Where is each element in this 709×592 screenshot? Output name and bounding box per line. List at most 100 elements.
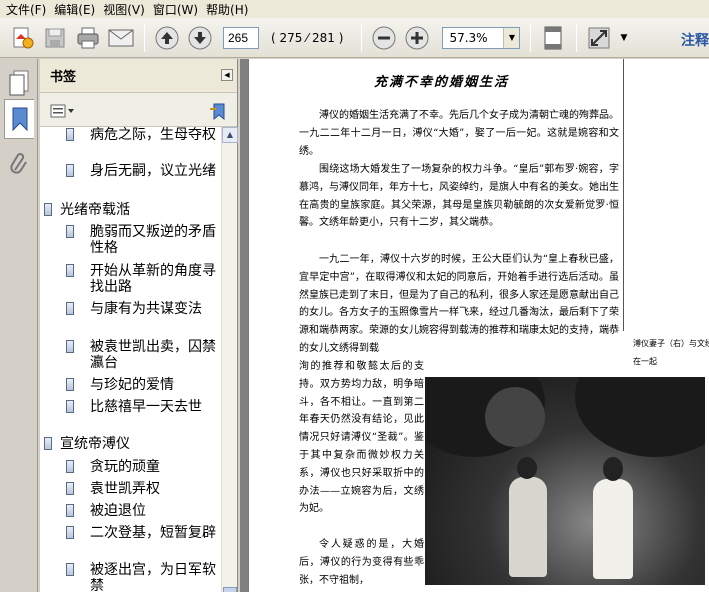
collapse-panel-icon[interactable]: ◀ — [221, 69, 233, 81]
menu-edit[interactable]: 编辑(E) — [52, 1, 101, 18]
bookmark-item[interactable]: 二次登基，短暂复辟 — [66, 525, 216, 541]
photo-caption: 溥仪妻子（右）与文绣在一起 — [633, 339, 709, 366]
bookmark-icon — [12, 107, 27, 132]
bookmarks-header: 书签 ◀ — [40, 59, 237, 93]
bookmark-icon — [66, 504, 74, 517]
bookmark-item[interactable]: 开始从革新的角度寻找出路 — [66, 263, 216, 295]
bookmark-label: 病危之际，生母夺权 — [90, 127, 216, 143]
photo-figure — [593, 479, 633, 579]
bookmark-item[interactable]: 宣统帝溥仪 — [44, 436, 216, 452]
toolbar-separator — [144, 23, 145, 52]
printer-icon — [77, 27, 99, 48]
bookmark-label: 与珍妃的爱情 — [90, 377, 174, 393]
create-pdf-icon — [13, 27, 34, 48]
zoom-select[interactable]: 57.3% ▼ — [442, 26, 521, 49]
menu-file[interactable]: 文件(F) — [4, 1, 52, 18]
save-button[interactable] — [41, 24, 69, 52]
bookmark-item[interactable]: 脆弱而又叛逆的矛盾性格 — [66, 224, 216, 256]
paragraph: 洵的推荐和敬懿太后的支持。双方势均力敌，明争暗斗，各不相让。一直到第二年春天仍然… — [299, 361, 424, 515]
toolbar-separator — [576, 23, 578, 52]
bookmark-item[interactable]: 比慈禧早一天去世 — [66, 399, 216, 415]
bookmark-item[interactable]: 被袁世凯出卖，囚禁瀛台 — [66, 339, 216, 371]
email-button[interactable] — [107, 24, 135, 52]
bookmark-item[interactable]: 与康有为共谋变法 — [66, 301, 216, 317]
bookmark-icon — [66, 225, 74, 238]
attachments-tab[interactable] — [4, 143, 34, 183]
options-menu-icon[interactable] — [50, 104, 76, 118]
envelope-icon — [108, 29, 134, 46]
bookmark-item[interactable]: 贪玩的顽童 — [66, 459, 216, 475]
bookmark-label: 被逐出宫，为日军软禁 — [90, 562, 216, 592]
page-title: 充满不幸的婚姻生活 — [373, 75, 509, 90]
create-pdf-button[interactable] — [8, 24, 36, 52]
toolbar-separator — [530, 23, 532, 52]
bookmark-label: 脆弱而又叛逆的矛盾性格 — [90, 224, 216, 256]
full-screen-button[interactable] — [585, 24, 613, 52]
photo-tree — [575, 377, 705, 457]
document-view[interactable]: 充满不幸的婚姻生活 溥仪的婚姻生活充满了不幸。先后几个女子成为清朝亡魂的殉葬品。… — [240, 59, 709, 592]
bookmark-label: 比慈禧早一天去世 — [90, 399, 202, 415]
bookmark-item[interactable]: 病危之际，生母夺权 — [66, 127, 216, 143]
bookmark-item[interactable]: 被迫退位 — [66, 503, 216, 519]
bookmark-icon — [66, 164, 74, 177]
zoom-value: 57.3% — [449, 30, 488, 45]
scroll-up-icon[interactable]: ▲ — [222, 127, 238, 143]
bookmarks-scrollbar[interactable]: ▲ — [221, 127, 238, 592]
photo-tree — [485, 387, 545, 447]
bookmark-label: 与康有为共谋变法 — [90, 301, 202, 317]
previous-page-button[interactable] — [153, 24, 181, 52]
fit-page-icon — [544, 26, 562, 49]
bookmark-icon — [66, 400, 74, 413]
arrow-up-icon — [155, 26, 179, 49]
toolbar: ( 275 ⁄ 281 ) 57.3% ▼ ▼ 注释 — [0, 18, 709, 58]
paragraph: 溥仪的婚姻生活充满了不幸。先后几个女子成为清朝亡魂的殉葬品。一九二二年十二月一日… — [299, 110, 619, 157]
page-divider — [623, 59, 624, 331]
bookmark-item[interactable]: 与珍妃的爱情 — [66, 377, 216, 393]
full-screen-icon — [588, 27, 610, 48]
photo-figure — [509, 477, 547, 577]
paragraph: 一九二一年，溥仪十六岁的时候，王公大臣们认为“皇上春秋已盛，宜早定中宫”，在取得… — [299, 254, 619, 354]
bookmark-label: 宣统帝溥仪 — [60, 436, 130, 452]
scrollbar-thumb[interactable] — [223, 587, 237, 592]
menu-view[interactable]: 视图(V) — [101, 1, 151, 18]
fit-page-button[interactable] — [539, 24, 567, 52]
bookmark-icon — [66, 526, 74, 539]
paragraph: 令人疑惑的是，大婚后，溥仪的行为变得有些乖张，不守祖制， — [299, 539, 424, 586]
page-number-input[interactable] — [223, 26, 259, 49]
bookmark-label: 被迫退位 — [90, 503, 146, 519]
next-page-button[interactable] — [186, 24, 214, 52]
bookmark-label: 二次登基，短暂复辟 — [90, 525, 216, 541]
bookmark-label: 身后无嗣，议立光绪 — [90, 163, 216, 179]
chevron-down-icon[interactable]: ▼ — [503, 27, 520, 48]
bookmarks-title: 书签 — [50, 70, 77, 85]
bookmark-item[interactable]: 袁世凯弄权 — [66, 481, 216, 497]
expand-bookmark-icon[interactable] — [208, 101, 228, 121]
document-page: 充满不幸的婚姻生活 溥仪的婚姻生活充满了不幸。先后几个女子成为清朝亡魂的殉葬品。… — [249, 59, 709, 592]
toolbar-separator — [361, 23, 363, 52]
bookmark-icon — [44, 437, 52, 450]
menu-window[interactable]: 窗口(W) — [151, 1, 204, 18]
bookmarks-toolbar — [40, 93, 237, 127]
print-button[interactable] — [74, 24, 102, 52]
zoom-out-button[interactable] — [370, 24, 398, 52]
toolbar-options-chevron-icon[interactable]: ▼ — [620, 33, 627, 43]
pages-icon — [9, 70, 29, 96]
bookmark-item[interactable]: 身后无嗣，议立光绪 — [66, 163, 216, 179]
bookmark-label: 开始从革新的角度寻找出路 — [90, 263, 216, 295]
photograph — [425, 377, 705, 585]
bookmark-icon — [66, 563, 74, 576]
zoom-in-button[interactable] — [403, 24, 431, 52]
plus-icon — [405, 26, 429, 49]
bookmark-item[interactable]: 光绪帝载湉 — [44, 202, 216, 218]
menu-help[interactable]: 帮助(H) — [204, 1, 254, 18]
photo-figure-head — [603, 457, 623, 481]
comment-link[interactable]: 注释 — [681, 30, 709, 50]
bookmark-item[interactable]: 被逐出宫，为日军软禁 — [66, 562, 216, 592]
bookmark-icon — [66, 264, 74, 277]
minus-icon — [372, 26, 396, 49]
save-icon — [45, 28, 65, 47]
pages-tab[interactable] — [4, 63, 34, 103]
bookmarks-panel: 书签 ◀ 病危之际，生母夺权 身后无嗣，议立光绪 光绪帝载湉 脆弱而又叛逆的矛盾… — [40, 59, 238, 592]
photo-figure-head — [517, 457, 537, 479]
bookmarks-tab[interactable] — [4, 99, 34, 139]
